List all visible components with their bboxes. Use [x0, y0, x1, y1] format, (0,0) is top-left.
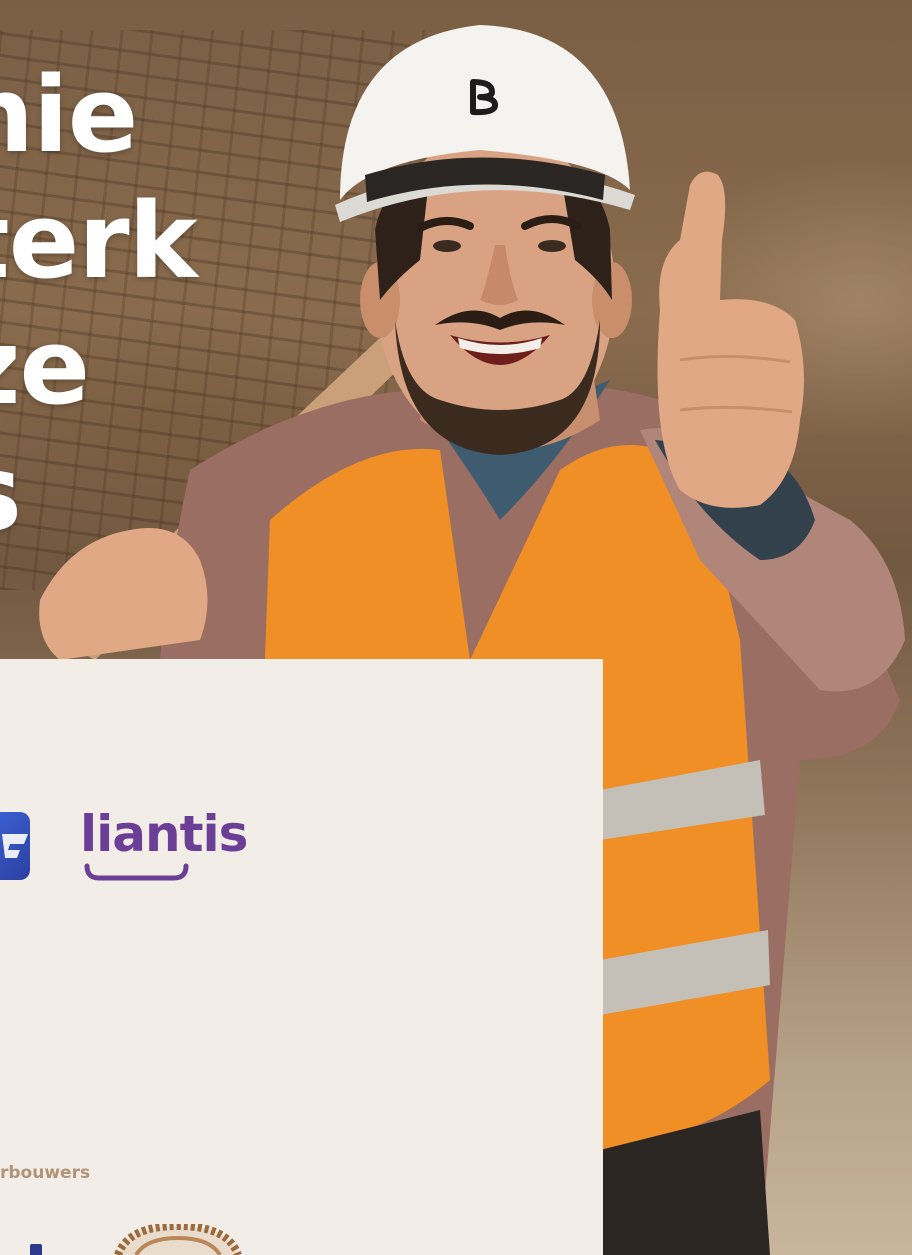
wood-seal-icon — [114, 1224, 242, 1255]
smile-underline-icon — [84, 863, 189, 881]
info-card — [0, 659, 603, 1255]
eye — [433, 240, 461, 252]
liantis-logo[interactable]: liantis — [80, 804, 248, 864]
poster: nie terk ze s liantis rbouwers — [0, 0, 912, 1255]
caption-text: rbouwers — [0, 1163, 91, 1183]
blue-logo-icon — [0, 812, 30, 880]
partial-logo-mark — [30, 1244, 42, 1255]
headline-line: ze — [0, 306, 90, 428]
headline-line: nie — [0, 54, 138, 176]
thumbs-up-hand — [657, 171, 804, 508]
eye — [538, 240, 566, 252]
headline-line: terk — [0, 180, 198, 302]
headline-line: s — [0, 430, 197, 556]
headline: nie terk ze s — [0, 52, 198, 556]
